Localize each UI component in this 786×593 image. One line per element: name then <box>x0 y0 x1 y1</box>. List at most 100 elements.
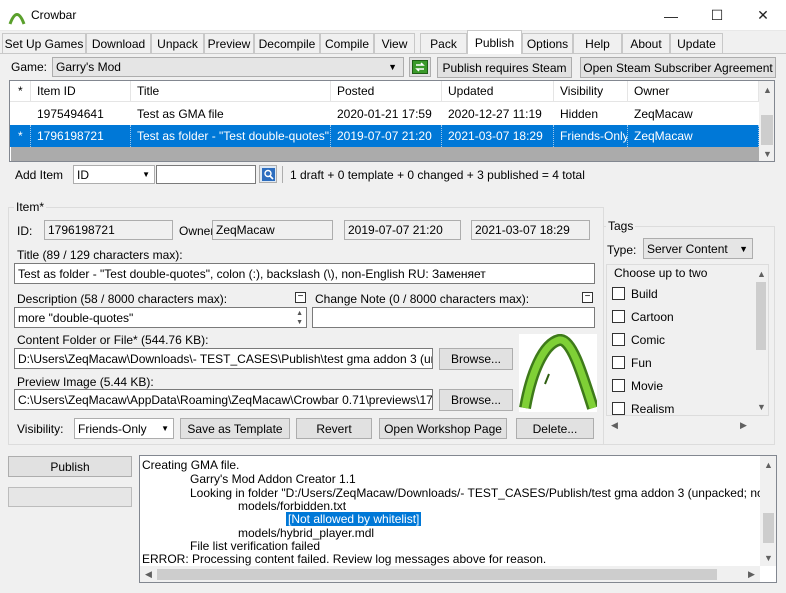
add-item-link[interactable]: Add Item <box>15 168 63 182</box>
description-input[interactable]: more "double-quotes" ▲ ▼ <box>14 307 307 328</box>
tag-realism-label[interactable]: Realism <box>631 402 674 415</box>
open-subscriber-agreement-button[interactable]: Open Steam Subscriber Agreement <box>580 57 776 78</box>
tag-checklist[interactable]: Choose up to two Build Cartoon Comic Fun… <box>606 264 769 416</box>
scroll-right-icon[interactable]: ▶ <box>743 566 760 582</box>
chevron-down-icon: ▼ <box>388 62 397 72</box>
log-line: ERROR: Processing content failed. Review… <box>142 552 547 566</box>
game-select[interactable]: Garry's Mod ▼ <box>52 57 404 77</box>
tag-build-checkbox[interactable] <box>612 287 625 300</box>
tab-decompile[interactable]: Decompile <box>254 33 320 54</box>
tags-hscrollbar[interactable]: ◀ ▶ <box>606 417 769 433</box>
tab-about[interactable]: About <box>622 33 670 54</box>
refresh-game-button[interactable] <box>409 57 431 77</box>
scroll-down-icon[interactable]: ▼ <box>753 398 768 415</box>
delete-button[interactable]: Delete... <box>516 418 594 439</box>
open-workshop-page-button[interactable]: Open Workshop Page <box>379 418 507 439</box>
content-path-input[interactable]: D:\Users\ZeqMacaw\Downloads\- TEST_CASES… <box>14 348 433 369</box>
scroll-thumb[interactable] <box>761 115 773 145</box>
tag-realism-checkbox[interactable] <box>612 402 625 415</box>
tag-cartoon-label[interactable]: Cartoon <box>631 310 674 324</box>
scroll-left-icon[interactable]: ◀ <box>606 417 623 434</box>
tab-update[interactable]: Update <box>670 33 723 54</box>
tag-type-select[interactable]: Server Content ▼ <box>643 238 753 259</box>
log-scrollbar[interactable]: ▲ ▼ <box>760 456 776 566</box>
revert-button[interactable]: Revert <box>296 418 372 439</box>
scroll-thumb[interactable] <box>157 569 717 580</box>
change-note-input[interactable] <box>312 307 595 328</box>
list-scrollbar[interactable]: ▲ ▼ <box>759 81 774 161</box>
tag-movie-checkbox[interactable] <box>612 379 625 392</box>
scroll-down-icon[interactable]: ▼ <box>759 145 774 161</box>
tab-preview[interactable]: Preview <box>204 33 254 54</box>
tag-comic-label[interactable]: Comic <box>631 333 665 347</box>
scroll-thumb[interactable] <box>756 282 766 350</box>
column-header-title[interactable]: Title <box>131 81 331 102</box>
search-button[interactable] <box>259 165 277 183</box>
scroll-left-icon[interactable]: ◀ <box>140 566 157 582</box>
description-label: Description (58 / 8000 characters max): <box>17 292 228 306</box>
tags-scrollbar[interactable]: ▲ ▼ <box>753 265 768 415</box>
scroll-right-icon[interactable]: ▶ <box>735 417 752 434</box>
save-as-template-button[interactable]: Save as Template <box>180 418 290 439</box>
visibility-select[interactable]: Friends-Only ▼ <box>74 418 174 439</box>
scroll-down-icon[interactable]: ▼ <box>760 549 776 566</box>
scroll-up-icon[interactable]: ▲ <box>760 456 776 473</box>
tag-fun-label[interactable]: Fun <box>631 356 652 370</box>
search-input[interactable] <box>156 165 256 184</box>
tab-publish[interactable]: Publish <box>467 30 522 54</box>
column-header-owner[interactable]: Owner <box>628 81 759 102</box>
tab-download[interactable]: Download <box>86 33 151 54</box>
updated-field[interactable]: 2021-03-07 18:29 <box>471 220 590 240</box>
browse-preview-button[interactable]: Browse... <box>439 389 513 411</box>
tag-cartoon-checkbox[interactable] <box>612 310 625 323</box>
table-row-selected[interactable]: * 1796198721 Test as folder - "Test doub… <box>10 125 759 147</box>
tab-pack[interactable]: Pack <box>420 33 467 54</box>
row-title: Test as folder - "Test double-quotes"... <box>131 125 331 147</box>
preview-image[interactable] <box>519 334 597 412</box>
column-header-mark[interactable]: * <box>10 81 31 102</box>
owner-field[interactable]: ZeqMacaw <box>212 220 333 240</box>
tab-view[interactable]: View <box>374 33 415 54</box>
tag-movie-label[interactable]: Movie <box>631 379 663 393</box>
collapse-change-note-icon[interactable]: − <box>582 292 593 303</box>
publish-requires-steam-button[interactable]: Publish requires Steam <box>437 57 572 78</box>
log-hscrollbar[interactable]: ◀ ▶ <box>140 566 760 582</box>
description-spinner-icon[interactable]: ▲ ▼ <box>296 309 303 327</box>
log-output[interactable]: Creating GMA file. Garry's Mod Addon Cre… <box>139 455 777 583</box>
tags-group-label: Tags <box>606 219 636 233</box>
column-header-updated[interactable]: Updated <box>442 81 554 102</box>
chevron-down-icon: ▼ <box>161 424 169 433</box>
published-items-list[interactable]: * Item ID Title Posted Updated Visibilit… <box>9 80 775 162</box>
item-group-label: Item* <box>14 200 47 214</box>
preview-label: Preview Image (5.44 KB): <box>17 375 154 389</box>
column-header-item-id[interactable]: Item ID <box>31 81 131 102</box>
tab-unpack[interactable]: Unpack <box>151 33 204 54</box>
scroll-thumb[interactable] <box>763 513 774 543</box>
title-input[interactable]: Test as folder - "Test double-quotes", c… <box>14 263 595 284</box>
tab-options[interactable]: Options <box>522 33 573 54</box>
row-owner: ZeqMacaw <box>628 125 759 147</box>
preview-path-input[interactable]: C:\Users\ZeqMacaw\AppData\Roaming\ZeqMac… <box>14 389 433 410</box>
maximize-button[interactable]: ☐ <box>694 0 740 31</box>
item-id-field[interactable]: 1796198721 <box>44 220 173 240</box>
browse-content-button[interactable]: Browse... <box>439 348 513 370</box>
tag-build-label[interactable]: Build <box>631 287 658 301</box>
tab-help[interactable]: Help <box>573 33 622 54</box>
table-row[interactable]: 1975494641 Test as GMA file 2020-01-21 1… <box>10 103 759 125</box>
list-empty-area <box>11 147 759 161</box>
collapse-description-icon[interactable]: − <box>295 292 306 303</box>
publish-button[interactable]: Publish <box>8 456 132 477</box>
scroll-up-icon[interactable]: ▲ <box>759 81 774 98</box>
minimize-button[interactable]: — <box>648 0 694 31</box>
scroll-up-icon[interactable]: ▲ <box>753 265 768 282</box>
close-button[interactable]: ✕ <box>740 0 786 31</box>
tag-fun-checkbox[interactable] <box>612 356 625 369</box>
column-header-posted[interactable]: Posted <box>331 81 442 102</box>
tag-comic-checkbox[interactable] <box>612 333 625 346</box>
posted-field[interactable]: 2019-07-07 21:20 <box>344 220 461 240</box>
game-value: Garry's Mod <box>56 60 121 74</box>
tab-set-up-games[interactable]: Set Up Games <box>2 33 86 54</box>
search-field-select[interactable]: ID ▼ <box>73 165 155 184</box>
tab-compile[interactable]: Compile <box>320 33 374 54</box>
column-header-visibility[interactable]: Visibility <box>554 81 628 102</box>
